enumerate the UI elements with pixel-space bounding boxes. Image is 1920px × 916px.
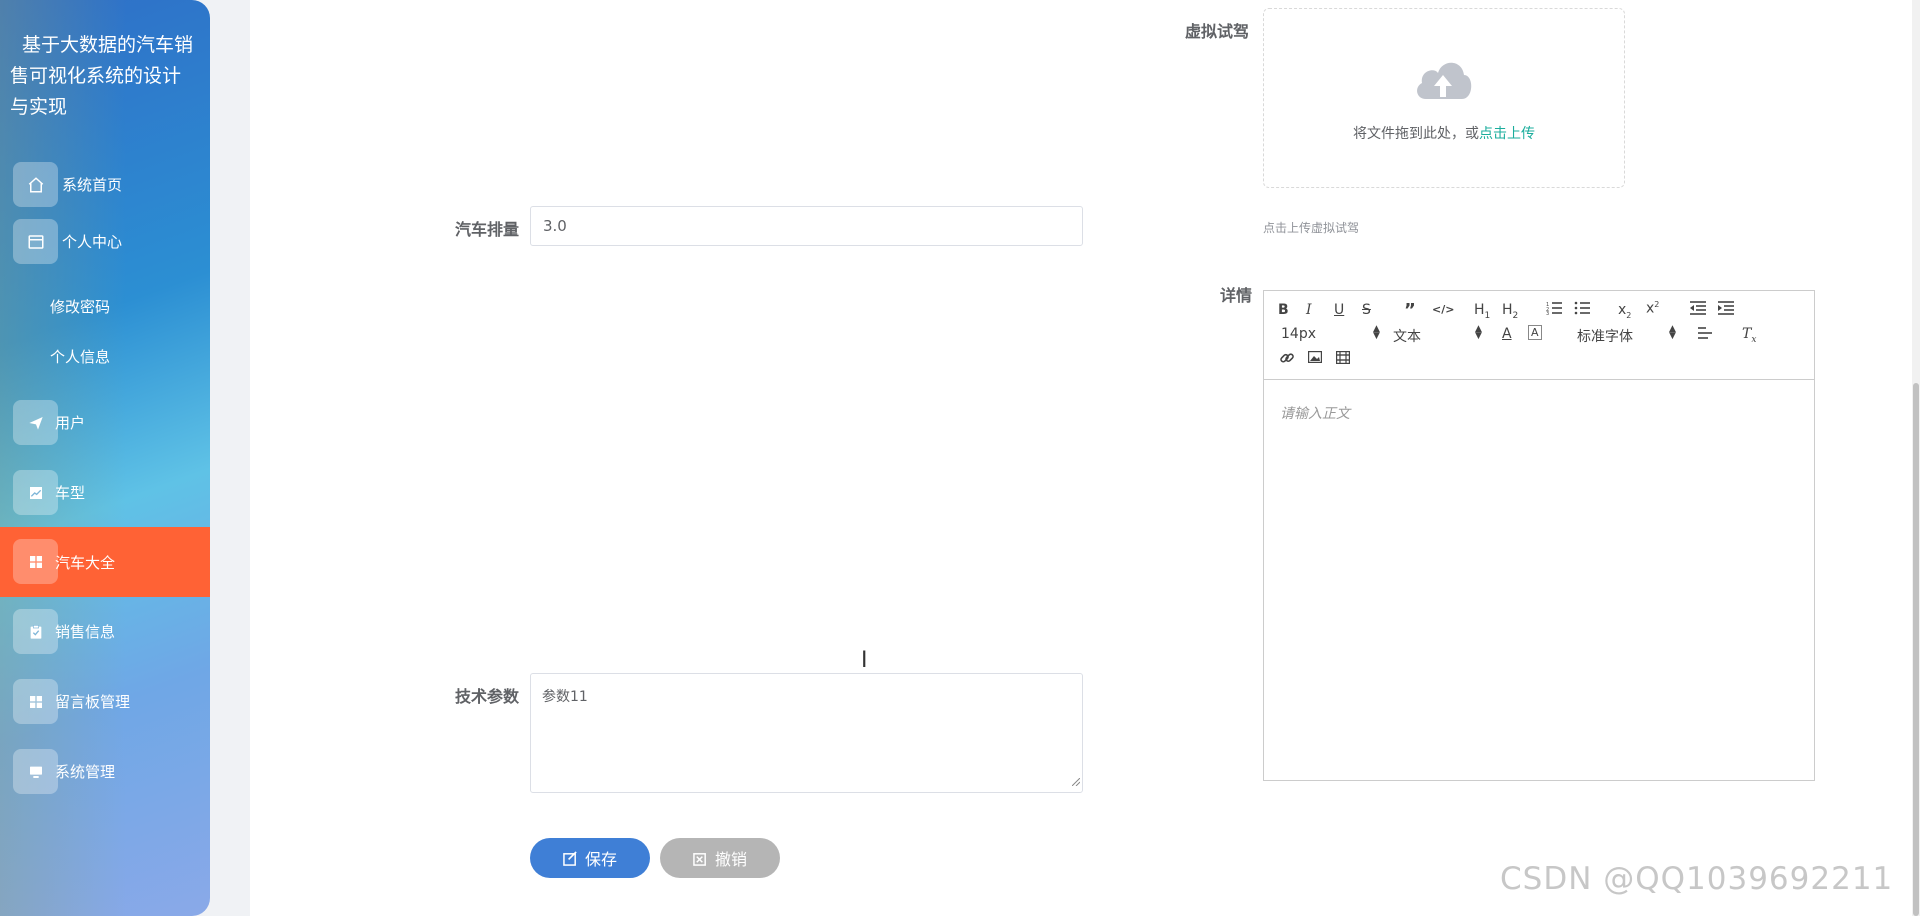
monitor-icon bbox=[13, 749, 58, 794]
click-upload-link[interactable]: 点击上传 bbox=[1479, 126, 1535, 142]
sidebar-item-users[interactable]: 用户 bbox=[0, 388, 210, 456]
sidebar-item-car-encyclopedia[interactable]: 汽车大全 bbox=[0, 527, 210, 597]
sidebar-item-label: 系统管理 bbox=[55, 762, 116, 781]
font-family-select[interactable]: 标准字体 ▲ ▼ bbox=[1577, 325, 1677, 346]
text-cursor-icon: I bbox=[861, 648, 868, 673]
font-color-icon[interactable]: A bbox=[1502, 326, 1512, 342]
editor-content-area[interactable]: 请输入正文 bbox=[1280, 403, 1350, 423]
subscript-icon[interactable]: x2 bbox=[1618, 302, 1631, 320]
sidebar-item-label: 留言板管理 bbox=[55, 692, 131, 711]
italic-icon[interactable]: I bbox=[1306, 302, 1312, 318]
displacement-input[interactable]: 3.0 bbox=[530, 206, 1083, 246]
sidebar-item-system-management[interactable]: 系统管理 bbox=[0, 737, 210, 805]
upload-hint: 将文件拖到此处，或点击上传 bbox=[1353, 126, 1535, 142]
tech-params-value: 参数11 bbox=[542, 689, 588, 705]
heading1-icon[interactable]: H1 bbox=[1474, 302, 1490, 321]
cancel-button[interactable]: 撤销 bbox=[660, 838, 780, 878]
edit-icon bbox=[563, 850, 578, 866]
sidebar-item-message-board[interactable]: 留言板管理 bbox=[0, 667, 210, 735]
details-label: 详情 bbox=[1220, 286, 1253, 305]
save-button[interactable]: 保存 bbox=[530, 838, 650, 878]
system-title: 基于大数据的汽车销售可视化系统的设计与实现 bbox=[10, 34, 194, 118]
virtual-drive-label: 虚拟试驾 bbox=[1185, 22, 1250, 41]
grid-icon bbox=[13, 539, 58, 584]
font-size-select[interactable]: 14px ▲ ▼ bbox=[1281, 325, 1381, 343]
sidebar-subitem-change-password[interactable]: 修改密码 bbox=[50, 296, 110, 317]
indent-icon[interactable] bbox=[1718, 301, 1734, 319]
sidebar-item-label: 汽车大全 bbox=[55, 553, 116, 572]
sidebar-subitem-personal-info[interactable]: 个人信息 bbox=[50, 346, 110, 367]
sidebar-item-label: 系统首页 bbox=[62, 175, 123, 194]
tech-params-textarea[interactable]: 参数11 bbox=[530, 673, 1083, 793]
sidebar-item-label: 销售信息 bbox=[55, 622, 116, 641]
align-left-icon[interactable] bbox=[1698, 327, 1712, 343]
underline-icon[interactable]: U bbox=[1334, 302, 1344, 318]
upload-cloud-icon bbox=[1412, 53, 1474, 107]
displacement-label: 汽车排量 bbox=[455, 220, 520, 239]
scrollbar-thumb[interactable] bbox=[1913, 383, 1919, 916]
virtual-drive-upload-dropzone[interactable]: 将文件拖到此处，或点击上传 bbox=[1263, 8, 1625, 188]
virtual-drive-tip: 点击上传虚拟试驾 bbox=[1263, 221, 1360, 235]
clear-format-icon[interactable]: Tx bbox=[1742, 326, 1756, 345]
sidebar-item-label: 车型 bbox=[55, 483, 86, 502]
watermark: CSDN @QQ1039692211 bbox=[1500, 861, 1894, 897]
outdent-icon[interactable] bbox=[1690, 301, 1706, 319]
card-icon bbox=[13, 219, 58, 264]
rich-text-editor: B I U S ” </> H1 H2 123 x2 x2 14px ▲ ▼ 文… bbox=[1263, 290, 1815, 781]
strikethrough-icon[interactable]: S bbox=[1362, 302, 1371, 318]
main-content: 虚拟试驾 将文件拖到此处，或点击上传 点击上传虚拟试驾 汽车排量 3.0 详情 … bbox=[250, 0, 1912, 916]
ordered-list-icon[interactable]: 123 bbox=[1546, 301, 1562, 319]
sidebar-item-label: 用户 bbox=[55, 413, 86, 432]
page-scrollbar[interactable] bbox=[1912, 0, 1920, 916]
resize-handle-icon[interactable] bbox=[1071, 774, 1081, 790]
bullet-list-icon[interactable] bbox=[1574, 301, 1590, 319]
sidebar: 基于大数据的汽车销售可视化系统的设计与实现 系统首页 个人中心 修改密码 个人信… bbox=[0, 0, 210, 916]
sidebar-item-sales-info[interactable]: 销售信息 bbox=[0, 597, 210, 665]
video-icon[interactable] bbox=[1335, 350, 1351, 368]
clipboard-icon bbox=[13, 609, 58, 654]
link-icon[interactable] bbox=[1280, 351, 1294, 369]
sidebar-item-car-models[interactable]: 车型 bbox=[0, 458, 210, 526]
grid-icon bbox=[13, 679, 58, 724]
superscript-icon[interactable]: x2 bbox=[1646, 300, 1659, 317]
chart-icon bbox=[13, 470, 58, 515]
close-box-icon bbox=[693, 851, 708, 866]
block-format-select[interactable]: 文本 ▲ ▼ bbox=[1393, 325, 1483, 346]
svg-text:3: 3 bbox=[1546, 311, 1549, 315]
tech-params-label: 技术参数 bbox=[455, 687, 520, 706]
sidebar-item-label: 个人中心 bbox=[62, 232, 123, 251]
editor-toolbar: B I U S ” </> H1 H2 123 x2 x2 14px ▲ ▼ 文… bbox=[1264, 291, 1814, 380]
send-icon bbox=[13, 400, 58, 445]
blockquote-icon[interactable]: ” bbox=[1404, 300, 1416, 321]
code-block-icon[interactable]: </> bbox=[1432, 303, 1454, 316]
background-color-icon[interactable]: A bbox=[1528, 325, 1542, 340]
home-icon bbox=[13, 162, 58, 207]
heading2-icon[interactable]: H2 bbox=[1502, 302, 1518, 321]
bold-icon[interactable]: B bbox=[1278, 302, 1289, 318]
image-icon[interactable] bbox=[1307, 350, 1323, 367]
sidebar-item-personal-center[interactable]: 个人中心 bbox=[0, 207, 210, 275]
